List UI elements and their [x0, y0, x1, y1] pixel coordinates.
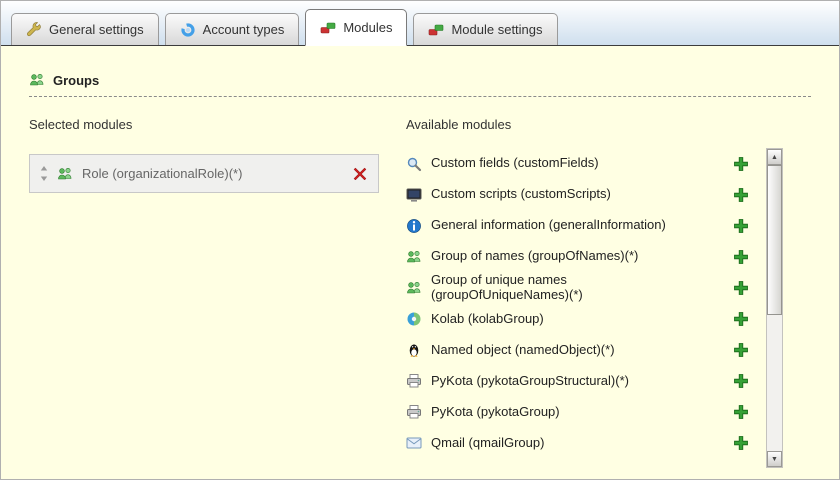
scrollbar-thumb[interactable] [767, 165, 782, 315]
lam-configuration-window: General settings Account types Modules M… [0, 0, 840, 480]
module-label: Kolab (kolabGroup) [431, 310, 544, 326]
module-label: Qmail (qmailGroup) [431, 434, 545, 450]
available-modules-column: Available modules Custom fields (customF… [406, 117, 811, 468]
selected-module-row[interactable]: Role (organizationalRole)(*) [29, 154, 379, 193]
group-icon [406, 280, 422, 296]
drag-handle-icon[interactable] [40, 166, 48, 181]
remove-module-button[interactable] [352, 166, 368, 182]
gear-icon [180, 22, 196, 38]
module-row: Group of unique names (groupOfUniqueName… [406, 272, 749, 304]
available-modules-heading: Available modules [406, 117, 512, 132]
tab-modules[interactable]: Modules [305, 9, 408, 46]
groups-icon [29, 72, 45, 88]
magnifier-icon [406, 156, 422, 172]
printer-icon [406, 373, 422, 389]
module-label: Custom fields (customFields) [431, 155, 599, 171]
group-icon [406, 249, 422, 265]
module-row: Custom scripts (customScripts) [406, 179, 749, 210]
add-module-button[interactable] [733, 373, 749, 389]
module-label: General information (generalInformation) [431, 217, 666, 233]
printer-icon [406, 404, 422, 420]
wrench-icon [26, 21, 42, 38]
content-area: Groups Selected modules Role (organizati… [1, 46, 839, 468]
add-module-button[interactable] [733, 156, 749, 172]
mail-icon [406, 435, 422, 451]
terminal-icon [406, 187, 422, 203]
info-icon [406, 218, 422, 234]
module-label: Named object (namedObject)(*) [431, 341, 615, 357]
module-row: Named object (namedObject)(*) [406, 335, 749, 366]
modules-columns: Selected modules Role (organizationalRol… [29, 117, 811, 468]
module-row: PyKota (pykotaGroupStructural)(*) [406, 366, 749, 397]
scroll-down-button[interactable]: ▼ [767, 451, 782, 467]
add-module-button[interactable] [733, 218, 749, 234]
penguin-icon [406, 342, 422, 358]
add-module-button[interactable] [733, 249, 749, 265]
module-label: Custom scripts (customScripts) [431, 186, 611, 202]
modules-icon [320, 20, 336, 36]
module-row: General information (generalInformation) [406, 210, 749, 241]
tab-label: General settings [49, 22, 144, 37]
add-module-button[interactable] [733, 280, 749, 296]
module-row: Kolab (kolabGroup) [406, 304, 749, 335]
module-row: Custom fields (customFields) [406, 148, 749, 179]
scroll-up-button[interactable]: ▲ [767, 149, 782, 165]
kolab-icon [406, 311, 422, 327]
section-title: Groups [53, 72, 100, 88]
module-label: Group of unique names (groupOfUniqueName… [431, 272, 583, 302]
group-icon [57, 166, 73, 182]
module-label: PyKota (pykotaGroup) [431, 403, 560, 419]
tab-bar: General settings Account types Modules M… [1, 1, 839, 46]
tab-label: Modules [343, 20, 393, 35]
selected-module-label: Role (organizationalRole)(*) [82, 166, 243, 181]
module-label: Group of names (groupOfNames)(*) [431, 248, 639, 264]
selected-modules-heading: Selected modules [29, 117, 133, 132]
section-header: Groups [29, 72, 811, 97]
modules-icon [428, 22, 444, 38]
available-modules-list: Custom fields (customFields) Custom scri… [406, 148, 811, 459]
module-row: Qmail (qmailGroup) [406, 428, 749, 459]
module-label: PyKota (pykotaGroupStructural)(*) [431, 372, 629, 388]
add-module-button[interactable] [733, 435, 749, 451]
scrollbar[interactable]: ▲ ▼ [766, 148, 783, 468]
tab-module-settings[interactable]: Module settings [413, 13, 558, 45]
tab-label: Account types [202, 22, 285, 37]
module-row: PyKota (pykotaGroup) [406, 397, 749, 428]
add-module-button[interactable] [733, 311, 749, 327]
tab-general-settings[interactable]: General settings [11, 13, 159, 45]
tab-account-types[interactable]: Account types [164, 13, 300, 45]
add-module-button[interactable] [733, 187, 749, 203]
add-module-button[interactable] [733, 404, 749, 420]
module-row: Group of names (groupOfNames)(*) [406, 241, 749, 272]
selected-modules-column: Selected modules Role (organizationalRol… [29, 117, 406, 459]
add-module-button[interactable] [733, 342, 749, 358]
tab-label: Module settings [451, 22, 543, 37]
